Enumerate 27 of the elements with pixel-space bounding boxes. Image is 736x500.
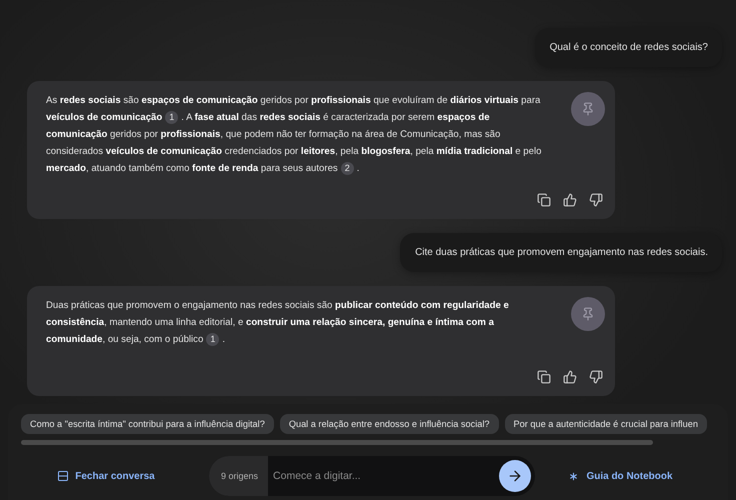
answer-text: Duas práticas que promovem o engajamento nas redes sociais são publicar conteúdo com regularidade e consistência, mantendo uma linha editorial, e construir uma relação sincera, genuína e íntima com a comunidade, ou seja, com o público 1 .: [46, 299, 510, 348]
thumbs-down-button[interactable]: [587, 368, 605, 386]
user-message: Cite duas práticas que promovem engajamento nas redes sociais.: [400, 233, 722, 272]
answer-text: As redes sociais são espaços de comunicação geridos por profissionais que evoluíram de diários virtuais para veículos de comunicação 1 . A fase atual das redes sociais é caracterizada por serem espaços de comunicação geridos por profissionais, que podem não ter formação na área de Comunicação, mas são considerados veículos de comunicação credenciados por leitores, pela blogosfera, pela mídia tradicional e pelo mercado, atuando também como fonte de renda para seus autores 2 .: [46, 94, 542, 177]
close-chat-button[interactable]: Fechar conversa: [21, 470, 191, 482]
user-message: Qual é o conceito de redes sociais?: [534, 28, 722, 67]
thumbs-down-button[interactable]: [587, 191, 605, 209]
sources-count[interactable]: 9 origens: [209, 456, 268, 496]
scrollbar[interactable]: [21, 440, 653, 445]
suggestion-chip[interactable]: Por que a autenticidade é crucial para influen: [504, 414, 707, 434]
citation-chip[interactable]: 2: [340, 162, 354, 175]
copy-button[interactable]: [535, 368, 553, 386]
thumbs-up-button[interactable]: [561, 368, 579, 386]
pin-icon: [581, 102, 595, 116]
suggestion-chip[interactable]: Qual a relação entre endosso e influência social?: [280, 414, 499, 434]
notebook-guide-button[interactable]: Guia do Notebook: [555, 470, 685, 482]
pin-button[interactable]: [571, 297, 605, 331]
citation-chip[interactable]: 1: [165, 111, 178, 124]
pin-icon: [581, 307, 595, 321]
thumbs-up-button[interactable]: [561, 191, 579, 209]
send-button[interactable]: [499, 460, 531, 492]
copy-button[interactable]: [535, 191, 553, 209]
citation-chip[interactable]: 1: [206, 333, 220, 346]
suggestion-chip[interactable]: Como a "escrita íntima" contribui para a influência digital?: [21, 414, 274, 434]
message-input[interactable]: Comece a digitar...: [268, 470, 499, 482]
pin-button[interactable]: [571, 92, 605, 126]
rows-icon: [57, 470, 70, 482]
